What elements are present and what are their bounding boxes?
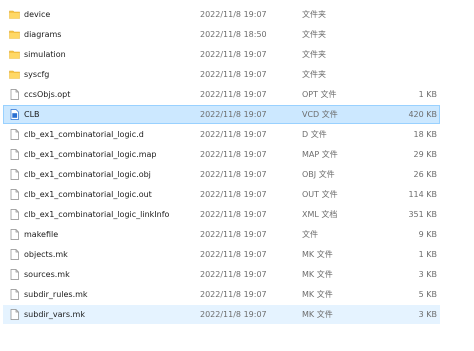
file-icon bbox=[9, 309, 20, 320]
file-type: 文件夹 bbox=[302, 50, 326, 59]
file-name: clb_ex1_combinatorial_logic.out bbox=[24, 190, 152, 199]
file-date-modified: 2022/11/8 19:07 bbox=[200, 130, 267, 139]
folder-icon bbox=[9, 49, 20, 60]
file-size: 351 KB bbox=[408, 210, 437, 219]
file-date-modified: 2022/11/8 19:07 bbox=[200, 150, 267, 159]
file-icon bbox=[9, 129, 20, 140]
file-name: sources.mk bbox=[24, 270, 70, 279]
vcd-file-icon bbox=[9, 109, 20, 120]
file-type: OBJ 文件 bbox=[302, 170, 335, 179]
file-type: MK 文件 bbox=[302, 250, 333, 259]
file-name: objects.mk bbox=[24, 250, 68, 259]
file-name: ccsObjs.opt bbox=[24, 90, 71, 99]
file-row[interactable]: CLB 2022/11/8 19:07 VCD 文件 420 KB bbox=[3, 105, 440, 124]
file-list: device 2022/11/8 19:07 文件夹 diagrams 2022/11/… bbox=[0, 0, 474, 351]
file-row[interactable]: makefile 2022/11/8 19:07 文件 9 KB bbox=[3, 225, 440, 244]
file-date-modified: 2022/11/8 19:07 bbox=[200, 210, 267, 219]
file-size: 420 KB bbox=[408, 110, 437, 119]
file-icon bbox=[9, 149, 20, 160]
file-row[interactable]: clb_ex1_combinatorial_logic.d 2022/11/8 1… bbox=[3, 125, 440, 144]
folder-row[interactable]: device 2022/11/8 19:07 文件夹 bbox=[3, 5, 440, 24]
file-type: OUT 文件 bbox=[302, 190, 338, 199]
file-date-modified: 2022/11/8 18:50 bbox=[200, 30, 267, 39]
file-name: makefile bbox=[24, 230, 59, 239]
file-type: 文件夹 bbox=[302, 10, 326, 19]
file-name: device bbox=[24, 10, 51, 19]
file-type: MK 文件 bbox=[302, 290, 333, 299]
folder-icon bbox=[9, 29, 20, 40]
file-name: simulation bbox=[24, 50, 66, 59]
file-size: 9 KB bbox=[418, 230, 437, 239]
file-date-modified: 2022/11/8 19:07 bbox=[200, 70, 267, 79]
file-type: MAP 文件 bbox=[302, 150, 338, 159]
file-date-modified: 2022/11/8 19:07 bbox=[200, 110, 267, 119]
file-type: MK 文件 bbox=[302, 310, 333, 319]
file-row[interactable]: clb_ex1_combinatorial_logic.obj 2022/11/8… bbox=[3, 165, 440, 184]
file-date-modified: 2022/11/8 19:07 bbox=[200, 10, 267, 19]
file-size: 3 KB bbox=[418, 310, 437, 319]
file-name: clb_ex1_combinatorial_logic.obj bbox=[24, 170, 151, 179]
file-size: 114 KB bbox=[408, 190, 437, 199]
file-name: CLB bbox=[24, 110, 40, 119]
file-size: 26 KB bbox=[413, 170, 437, 179]
file-icon bbox=[9, 289, 20, 300]
folder-row[interactable]: diagrams 2022/11/8 18:50 文件夹 bbox=[3, 25, 440, 44]
file-size: 3 KB bbox=[418, 270, 437, 279]
file-name: subdir_vars.mk bbox=[24, 310, 85, 319]
file-icon bbox=[9, 229, 20, 240]
file-row[interactable]: subdir_vars.mk 2022/11/8 19:07 MK 文件 3 KB bbox=[3, 305, 440, 324]
file-type: 文件夹 bbox=[302, 30, 326, 39]
file-row[interactable]: ccsObjs.opt 2022/11/8 19:07 OPT 文件 1 KB bbox=[3, 85, 440, 104]
file-row[interactable]: clb_ex1_combinatorial_logic_linkInfo 2022… bbox=[3, 205, 440, 224]
file-date-modified: 2022/11/8 19:07 bbox=[200, 250, 267, 259]
file-row[interactable]: sources.mk 2022/11/8 19:07 MK 文件 3 KB bbox=[3, 265, 440, 284]
file-date-modified: 2022/11/8 19:07 bbox=[200, 50, 267, 59]
file-size: 18 KB bbox=[413, 130, 437, 139]
file-date-modified: 2022/11/8 19:07 bbox=[200, 270, 267, 279]
file-name: clb_ex1_combinatorial_logic.d bbox=[24, 130, 144, 139]
file-date-modified: 2022/11/8 19:07 bbox=[200, 310, 267, 319]
file-row[interactable]: subdir_rules.mk 2022/11/8 19:07 MK 文件 5 KB bbox=[3, 285, 440, 304]
file-size: 1 KB bbox=[418, 250, 437, 259]
file-icon bbox=[9, 269, 20, 280]
folder-icon bbox=[9, 9, 20, 20]
file-date-modified: 2022/11/8 19:07 bbox=[200, 230, 267, 239]
file-date-modified: 2022/11/8 19:07 bbox=[200, 90, 267, 99]
folder-row[interactable]: syscfg 2022/11/8 19:07 文件夹 bbox=[3, 65, 440, 84]
file-icon bbox=[9, 209, 20, 220]
file-type: MK 文件 bbox=[302, 270, 333, 279]
file-icon bbox=[9, 169, 20, 180]
file-type: XML 文档 bbox=[302, 210, 338, 219]
file-type: D 文件 bbox=[302, 130, 327, 139]
file-type: 文件夹 bbox=[302, 70, 326, 79]
file-type: 文件 bbox=[302, 230, 318, 239]
file-date-modified: 2022/11/8 19:07 bbox=[200, 290, 267, 299]
folder-icon bbox=[9, 69, 20, 80]
file-icon bbox=[9, 89, 20, 100]
file-date-modified: 2022/11/8 19:07 bbox=[200, 190, 267, 199]
file-date-modified: 2022/11/8 19:07 bbox=[200, 170, 267, 179]
folder-row[interactable]: simulation 2022/11/8 19:07 文件夹 bbox=[3, 45, 440, 64]
file-name: clb_ex1_combinatorial_logic.map bbox=[24, 150, 157, 159]
file-name: diagrams bbox=[24, 30, 62, 39]
file-row[interactable]: clb_ex1_combinatorial_logic.out 2022/11/8… bbox=[3, 185, 440, 204]
file-name: syscfg bbox=[24, 70, 50, 79]
file-size: 5 KB bbox=[418, 290, 437, 299]
file-row[interactable]: clb_ex1_combinatorial_logic.map 2022/11/8… bbox=[3, 145, 440, 164]
file-name: subdir_rules.mk bbox=[24, 290, 88, 299]
file-icon bbox=[9, 249, 20, 260]
file-size: 29 KB bbox=[413, 150, 437, 159]
file-name: clb_ex1_combinatorial_logic_linkInfo bbox=[24, 210, 170, 219]
file-size: 1 KB bbox=[418, 90, 437, 99]
file-type: OPT 文件 bbox=[302, 90, 337, 99]
file-row[interactable]: objects.mk 2022/11/8 19:07 MK 文件 1 KB bbox=[3, 245, 440, 264]
file-type: VCD 文件 bbox=[302, 110, 338, 119]
file-icon bbox=[9, 189, 20, 200]
